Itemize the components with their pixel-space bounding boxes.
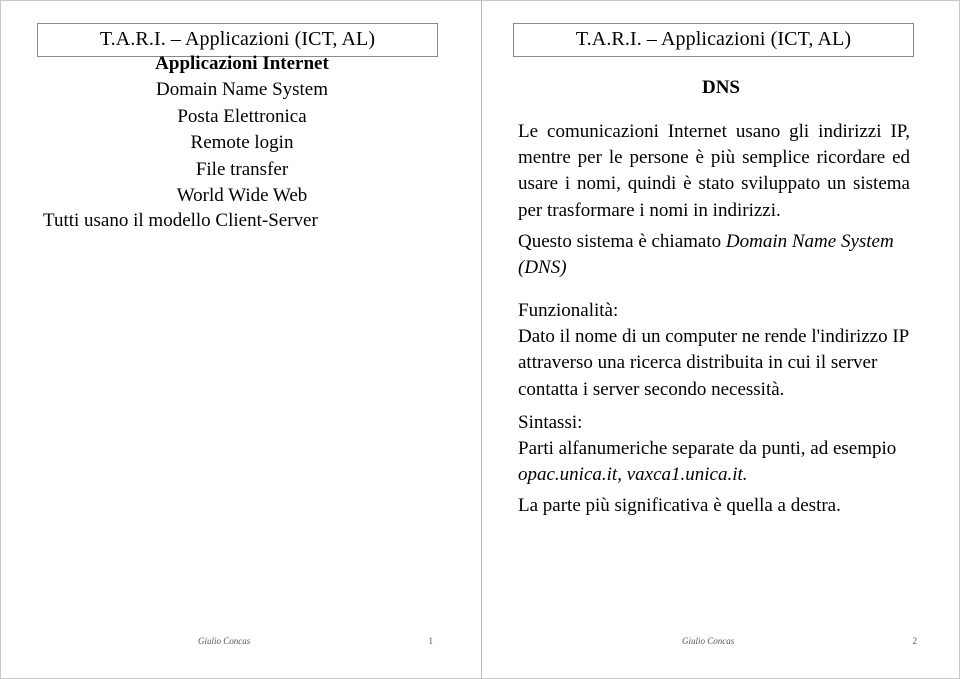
slide-2-paragraph-intro: Le comunicazioni Internet usano gli indi… — [518, 121, 910, 221]
syntax-text-plain: Parti alfanumeriche separate da punti, a… — [518, 438, 897, 460]
list-item: World Wide Web — [176, 185, 308, 207]
slide-panel-2: T.A.R.I. – Applicazioni (ICT, AL) DNS Le… — [482, 0, 960, 679]
slide-2-syntax-block: Sintassi: Parti alfanumeriche separate d… — [518, 410, 910, 489]
footer-page-number: 2 — [912, 636, 918, 646]
footer-page-number: 1 — [428, 636, 434, 646]
slide-1-closing-line: Tutti usano il modello Client-Server — [43, 210, 318, 231]
slide-2-final-line: La parte più significativa è quella a de… — [518, 495, 841, 516]
list-item: Posta Elettronica — [177, 105, 307, 127]
slide-1-content-list: Applicazioni Internet Domain Name System… — [1, 51, 483, 209]
list-item: Remote login — [190, 132, 294, 154]
footer-author: Giulio Concas — [198, 636, 251, 646]
syntax-example-italic: opac.unica.it, vaxca1.unica.it. — [518, 464, 748, 486]
slide-2-header-title: T.A.R.I. – Applicazioni (ICT, AL) — [513, 23, 914, 57]
slide-2-footer: Giulio Concas 2 — [682, 634, 917, 648]
definition-prefix-text: Questo sistema è chiamato — [518, 231, 726, 252]
list-item: File transfer — [195, 158, 289, 180]
functionality-label: Funzionalità: — [518, 300, 619, 321]
slide-1-footer: Giulio Concas 1 — [198, 634, 433, 648]
slide-2-functionality-block: Funzionalità: Dato il nome di un compute… — [518, 298, 910, 403]
syntax-text: Parti alfanumeriche separate da punti, a… — [518, 436, 910, 488]
slide-1-list-heading: Applicazioni Internet — [155, 53, 329, 74]
slide-2-heading: DNS — [701, 77, 740, 98]
footer-author: Giulio Concas — [682, 636, 735, 646]
functionality-text: Dato il nome di un computer ne rende l'i… — [518, 326, 909, 400]
slide-panel-1: T.A.R.I. – Applicazioni (ICT, AL) Applic… — [0, 0, 482, 679]
handout-page: T.A.R.I. – Applicazioni (ICT, AL) Applic… — [0, 0, 960, 679]
list-item: Domain Name System — [155, 79, 329, 101]
slide-2-paragraph-definition: Questo sistema è chiamato Domain Name Sy… — [518, 229, 910, 281]
syntax-label: Sintassi: — [518, 412, 583, 433]
